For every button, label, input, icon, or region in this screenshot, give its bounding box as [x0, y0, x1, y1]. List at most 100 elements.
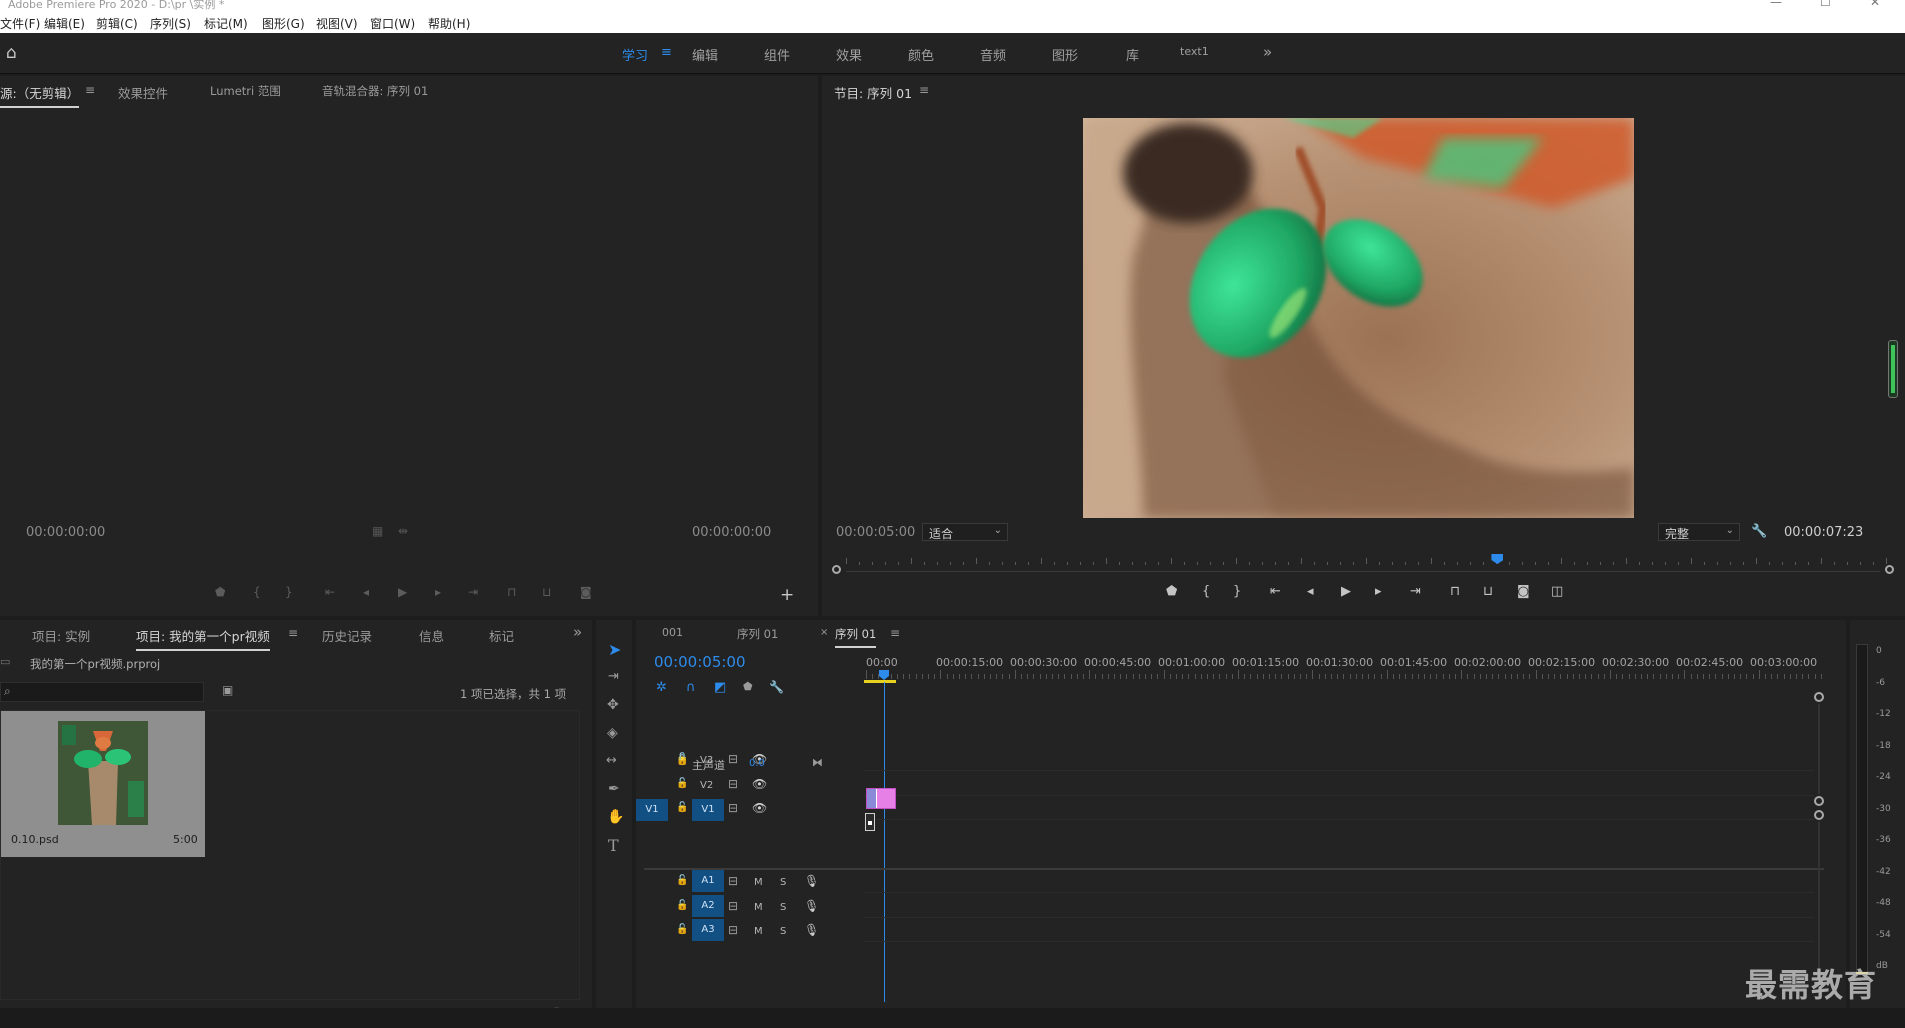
nest-icon[interactable]: ✲: [656, 681, 667, 694]
zoom-handle-right[interactable]: [1885, 565, 1894, 574]
program-mark-out-icon[interactable]: }: [1233, 585, 1241, 598]
drag-audio-icon[interactable]: ⇹: [398, 525, 408, 537]
mute-button[interactable]: M: [754, 877, 763, 888]
tab-project-first-video[interactable]: 项目: 我的第一个pr视频: [136, 626, 270, 651]
add-marker-icon[interactable]: ⬟: [743, 681, 753, 692]
source-mark-out-icon[interactable]: }: [285, 586, 293, 598]
lock-icon[interactable]: 🔓: [676, 901, 688, 911]
right-edge-scrollbar[interactable]: [1888, 340, 1898, 398]
workspace-tab-4[interactable]: 颜色: [908, 45, 934, 64]
lock-icon[interactable]: 🔓: [676, 925, 688, 935]
menu-item-7[interactable]: 窗口(W): [370, 15, 415, 32]
program-video-frame[interactable]: [1083, 118, 1634, 518]
clip-handle[interactable]: [867, 789, 877, 808]
master-lock-icon[interactable]: 🔓: [676, 756, 688, 766]
source-insert-icon[interactable]: ⊓: [507, 586, 516, 598]
video-scroll-handle-bottom[interactable]: [1814, 796, 1824, 806]
tab-effect-controls[interactable]: 效果控件: [118, 83, 168, 102]
source-step-back-icon[interactable]: ◂: [363, 586, 369, 598]
sync-lock-icon[interactable]: ⊟: [728, 753, 738, 765]
timeline-timecode[interactable]: 00:00:05:00: [654, 653, 746, 671]
menu-item-8[interactable]: 帮助(H): [428, 15, 470, 32]
wrench-icon[interactable]: 🔧: [1751, 525, 1767, 538]
close-icon[interactable]: ✕: [1870, 0, 1880, 9]
workspace-tab-2[interactable]: 组件: [764, 45, 790, 64]
menu-icon[interactable]: ≡: [890, 627, 900, 639]
voice-over-record-icon[interactable]: 🎙: [804, 924, 819, 936]
minimize-icon[interactable]: —: [1770, 0, 1782, 9]
work-area-bar[interactable]: [864, 680, 896, 683]
menu-icon[interactable]: ≡: [85, 84, 95, 96]
program-go-to-out-icon[interactable]: ⇥: [1410, 585, 1421, 598]
menu-item-3[interactable]: 序列(S): [150, 15, 191, 32]
program-export-frame-icon[interactable]: ◙: [1517, 585, 1530, 598]
tab-audio-track-mixer[interactable]: 音轨混合器: 序列 01: [322, 83, 428, 99]
panel-overflow-icon[interactable]: »: [573, 625, 582, 640]
menu-icon[interactable]: ≡: [288, 627, 298, 639]
slip-tool-icon[interactable]: ↔: [606, 754, 617, 767]
track-target-v1[interactable]: V1: [692, 799, 724, 821]
timeline-settings-wrench-icon[interactable]: 🔧: [769, 681, 784, 693]
selection-tool-icon[interactable]: ➤: [608, 642, 621, 658]
scrollbar-thumb[interactable]: [1891, 345, 1895, 393]
master-expand-icon[interactable]: ⧓: [812, 757, 823, 768]
solo-button[interactable]: S: [780, 877, 786, 888]
sync-lock-icon[interactable]: ⊟: [728, 802, 738, 814]
workspace-tab-8[interactable]: text1: [1180, 45, 1209, 58]
sync-lock-icon[interactable]: ⊟: [728, 900, 738, 912]
tab-history[interactable]: 历史记录: [322, 626, 372, 645]
track-target-a1[interactable]: A1: [692, 870, 724, 892]
menu-item-0[interactable]: 文件(F): [0, 15, 40, 32]
video-scroll-track[interactable]: [1818, 704, 1820, 794]
source-playhead-timecode[interactable]: 00:00:00:00: [26, 525, 105, 540]
program-playhead[interactable]: [1491, 554, 1504, 564]
track-label-v2[interactable]: V2: [700, 780, 713, 791]
video-scroll-handle-top[interactable]: [1814, 692, 1824, 702]
home-icon[interactable]: ⌂: [6, 45, 17, 62]
lock-icon[interactable]: 🔓: [676, 803, 688, 813]
audio-scroll-handle-top[interactable]: [1814, 810, 1824, 820]
program-comparison-view-icon[interactable]: ◫: [1551, 585, 1563, 598]
voice-over-record-icon[interactable]: 🎙: [804, 900, 819, 912]
type-tool-icon[interactable]: T: [608, 838, 619, 854]
program-time-ruler[interactable]: [832, 554, 1894, 580]
program-lift-icon[interactable]: ⊓: [1450, 585, 1460, 598]
solo-button[interactable]: S: [780, 926, 786, 937]
tab-close-icon[interactable]: ×: [820, 627, 828, 638]
program-extract-icon[interactable]: ⊔: [1483, 585, 1493, 598]
clip-v1[interactable]: [866, 788, 896, 809]
new-search-bin-icon[interactable]: ▣: [222, 684, 233, 696]
lock-icon[interactable]: 🔓: [676, 876, 688, 886]
program-add-marker-icon[interactable]: ⬟: [1166, 585, 1177, 598]
sync-lock-icon[interactable]: ⊟: [728, 778, 738, 790]
timeline-ruler[interactable]: 00:00 00:00:15:00 00:00:30:00 00:00:45:00 00…: [864, 652, 1822, 683]
tab-source[interactable]: 源:（无剪辑）: [0, 83, 80, 108]
project-item-card[interactable]: 0.10.psd 5:00: [1, 711, 205, 857]
timeline-playhead-handle[interactable]: [879, 670, 889, 680]
source-go-to-in-icon[interactable]: ⇤: [325, 586, 335, 598]
workspace-overflow-button[interactable]: »: [1263, 43, 1272, 61]
playback-resolution-select[interactable]: 完整 ⌄: [1658, 523, 1740, 541]
menu-item-1[interactable]: 编辑(E): [44, 15, 85, 32]
workspace-tab-5[interactable]: 音频: [980, 45, 1006, 64]
tab-project-instance[interactable]: 项目: 实例: [32, 626, 90, 645]
menu-item-2[interactable]: 剪辑(C): [96, 15, 138, 32]
master-volume-value[interactable]: 0.0: [749, 758, 765, 769]
source-patch-v1[interactable]: V1: [636, 799, 668, 821]
lock-icon[interactable]: 🔓: [676, 779, 688, 789]
program-step-back-icon[interactable]: ◂: [1307, 585, 1314, 598]
voice-over-record-icon[interactable]: 🎙: [804, 875, 819, 887]
track-target-a3[interactable]: A3: [692, 919, 724, 941]
snap-magnet-icon[interactable]: ∩: [686, 681, 696, 694]
source-step-forward-icon[interactable]: ▸: [435, 586, 441, 598]
program-playhead-timecode[interactable]: 00:00:05:00: [836, 525, 915, 540]
menu-icon[interactable]: ≡: [919, 84, 929, 96]
menu-item-6[interactable]: 视图(V): [316, 15, 358, 32]
workspace-tab-1[interactable]: 编辑: [692, 45, 718, 64]
program-play-icon[interactable]: ▶: [1341, 585, 1351, 598]
menu-item-4[interactable]: 标记(M): [204, 15, 248, 32]
source-overwrite-icon[interactable]: ⊔: [542, 586, 551, 598]
tab-markers[interactable]: 标记: [489, 626, 514, 645]
zoom-level-select[interactable]: 适合 ⌄: [922, 523, 1008, 541]
source-add-marker-icon[interactable]: ⬟: [215, 586, 225, 598]
